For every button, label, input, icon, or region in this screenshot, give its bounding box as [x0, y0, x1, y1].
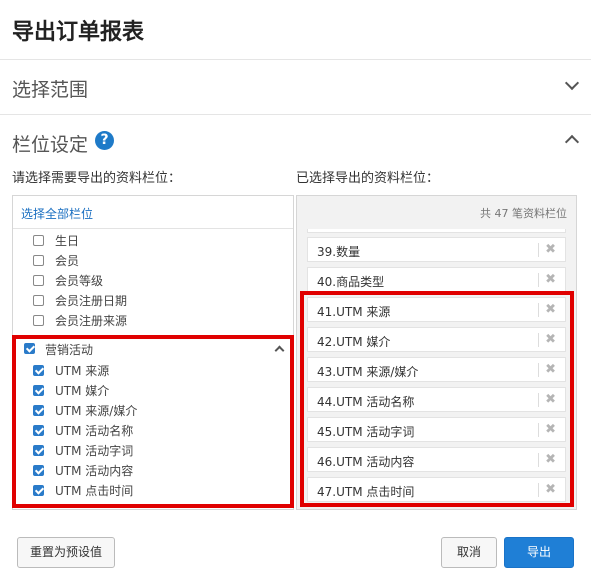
group-label: 营销活动 [45, 343, 94, 357]
checkbox[interactable] [33, 425, 44, 436]
divider [538, 333, 539, 347]
selected-field-label: 43.UTM 来源/媒介 [317, 365, 419, 379]
field-option-label: UTM 媒介 [55, 384, 110, 398]
section-field-settings-label: 栏位设定 [12, 134, 89, 156]
field-item-partial [307, 229, 566, 233]
remove-icon[interactable]: ✖ [545, 302, 556, 317]
field-option-label: 会员等级 [55, 274, 104, 288]
remove-icon[interactable]: ✖ [545, 452, 556, 467]
selected-field-item[interactable]: 42.UTM 媒介 ✖ [307, 327, 566, 352]
selected-field-item[interactable]: 41.UTM 来源 ✖ [307, 297, 566, 322]
selected-field-item[interactable]: 45.UTM 活动字词 ✖ [307, 417, 566, 442]
divider [538, 243, 539, 257]
reset-defaults-button[interactable]: 重置为预设值 [17, 537, 115, 568]
remove-icon[interactable]: ✖ [545, 392, 556, 407]
divider [538, 273, 539, 287]
selected-field-label: 47.UTM 点击时间 [317, 485, 415, 499]
field-option-label: UTM 来源 [55, 364, 110, 378]
remove-icon[interactable]: ✖ [545, 362, 556, 377]
dialog-title: 导出订单报表 [12, 20, 145, 45]
available-fields-caption: 请选择需要导出的资料栏位： [12, 171, 182, 186]
divider [538, 423, 539, 437]
divider [538, 453, 539, 467]
divider [538, 363, 539, 377]
checkbox[interactable] [33, 405, 44, 416]
selected-field-label: 45.UTM 活动字词 [317, 425, 415, 439]
selected-field-label: 39.数量 [317, 245, 361, 259]
field-option-label: 会员 [55, 254, 80, 268]
checkbox[interactable] [33, 295, 44, 306]
divider [538, 483, 539, 497]
remove-icon[interactable]: ✖ [545, 422, 556, 437]
selected-field-label: 42.UTM 媒介 [317, 335, 391, 349]
available-fields-panel[interactable]: 选择全部栏位 生日会员会员等级会员注册日期 会员注册来源 营销活动 UTM 来源 U… [12, 195, 294, 510]
chevron-up-icon[interactable] [564, 134, 580, 150]
checkbox[interactable] [33, 465, 44, 476]
remove-icon[interactable]: ✖ [545, 242, 556, 257]
chevron-down-icon[interactable] [564, 75, 580, 91]
section-field-settings[interactable]: 栏位设定 ? [0, 115, 591, 170]
selected-field-item[interactable]: 43.UTM 来源/媒介 ✖ [307, 357, 566, 382]
selected-field-label: 44.UTM 活动名称 [317, 395, 415, 409]
section-select-scope-label: 选择范围 [12, 79, 89, 101]
export-button[interactable]: 导出 [504, 537, 574, 568]
group-marketing-header[interactable]: 营销活动 [13, 340, 293, 360]
remove-icon[interactable]: ✖ [545, 332, 556, 347]
checkbox[interactable] [33, 315, 44, 326]
group-checkbox[interactable] [24, 343, 35, 354]
checkbox[interactable] [33, 235, 44, 246]
field-option-label: UTM 点击时间 [55, 484, 134, 498]
dialog-header: 导出订单报表 [0, 0, 591, 60]
selected-field-label: 40.商品类型 [317, 275, 385, 289]
field-option-label: UTM 活动字词 [55, 444, 134, 458]
selected-field-item[interactable]: 47.UTM 点击时间 ✖ [307, 477, 566, 502]
section-select-scope[interactable]: 选择范围 [0, 60, 591, 115]
checkbox[interactable] [33, 385, 44, 396]
checkbox[interactable] [33, 255, 44, 266]
cancel-button[interactable]: 取消 [441, 537, 497, 568]
chevron-up-icon[interactable] [274, 345, 285, 356]
selected-field-item[interactable]: 39.数量 ✖ [307, 237, 566, 262]
checkbox[interactable] [33, 275, 44, 286]
selected-fields-panel[interactable]: 共 47 笔资料栏位 39.数量 ✖ 40.商品类型 ✖ 41.UTM 来源 ✖ 42.UT… [296, 195, 577, 510]
checkbox[interactable] [33, 445, 44, 456]
selected-field-item[interactable]: 46.UTM 活动内容 ✖ [307, 447, 566, 472]
remove-icon[interactable]: ✖ [545, 482, 556, 497]
checkbox[interactable] [33, 485, 44, 496]
selected-field-item[interactable]: 44.UTM 活动名称 ✖ [307, 387, 566, 412]
help-icon[interactable]: ? [95, 131, 114, 150]
checkbox[interactable] [33, 365, 44, 376]
selected-field-label: 46.UTM 活动内容 [317, 455, 415, 469]
select-all-link[interactable]: 选择全部栏位 [21, 205, 93, 222]
divider [538, 303, 539, 317]
field-option-label: UTM 来源/媒介 [55, 404, 138, 418]
divider [538, 393, 539, 407]
remove-icon[interactable]: ✖ [545, 272, 556, 287]
selected-field-item[interactable]: 40.商品类型 ✖ [307, 267, 566, 292]
field-count-label: 共 47 笔资料栏位 [480, 207, 567, 220]
field-option-label: 会员注册来源 [55, 314, 128, 328]
field-option-label: UTM 活动名称 [55, 424, 134, 438]
selected-fields-caption: 已选择导出的资料栏位： [296, 171, 440, 186]
selected-field-label: 41.UTM 来源 [317, 305, 391, 319]
field-option-label: 生日 [55, 234, 80, 248]
field-option-label: 会员注册日期 [55, 294, 128, 308]
field-option-label: UTM 活动内容 [55, 464, 134, 478]
divider [13, 228, 293, 229]
